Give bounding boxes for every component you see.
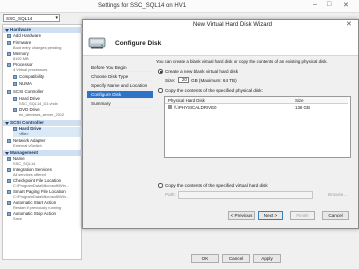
physical-drive-size: 136 GB — [295, 104, 310, 110]
path-label: Path: — [165, 192, 176, 197]
next-button[interactable]: Next > — [258, 211, 283, 220]
sidebar-item-hard-drive-2[interactable]: Hard Drive <file> — [13, 126, 82, 137]
integration-services-icon — [7, 168, 11, 172]
cancel-button[interactable]: Cancel — [322, 211, 349, 220]
path-input[interactable] — [178, 191, 313, 199]
settings-apply-button[interactable]: Apply — [253, 254, 281, 263]
processor-icon — [7, 63, 11, 67]
maximize-icon[interactable]: □ — [327, 1, 331, 8]
intro-text: You can create a blank virtual hard disk… — [156, 59, 328, 64]
vm-selector-value: SSC_SQL14 — [6, 16, 33, 21]
dvd-drive-icon — [13, 108, 17, 112]
radio-copy-virtual-disk[interactable] — [158, 183, 163, 188]
step-configure-disk[interactable]: Configure Disk — [87, 91, 153, 99]
sidebar-item-scsi-controller-1[interactable]: SCSI Controller — [7, 89, 83, 95]
network-adapter-icon — [7, 139, 11, 143]
compatibility-icon — [13, 75, 17, 79]
sidebar-item-dvd-drive[interactable]: DVD Drive en_windows_server_2012 — [13, 107, 83, 117]
table-row[interactable]: \\.\PHYSICALDRIVE0 136 GB — [165, 104, 348, 110]
hard-drive-icon — [13, 127, 17, 131]
previous-button[interactable]: < Previous — [228, 211, 255, 220]
memory-icon — [7, 52, 11, 56]
sidebar-item-compatibility[interactable]: Compatibility — [13, 74, 83, 80]
vm-selector[interactable]: SSC_SQL14 ▾ — [3, 14, 60, 22]
option-copy-virtual-label: Copy the contents of the specified virtu… — [165, 183, 268, 188]
page-heading: Configure Disk — [115, 40, 162, 47]
sidebar-item-name[interactable]: Name SSC_SQL14 — [7, 156, 83, 166]
option-copy-physical-label: Copy the contents of the specified physi… — [165, 88, 263, 93]
close-icon[interactable]: ✕ — [343, 1, 349, 9]
stop-action-icon — [7, 212, 11, 216]
option-new-blank-label: Create a new blank virtual hard disk — [165, 69, 239, 74]
start-action-icon — [7, 201, 11, 205]
sidebar-item-automatic-start-action[interactable]: Automatic Start Action Restart if previo… — [7, 200, 83, 210]
radio-new-blank-disk[interactable] — [158, 69, 163, 74]
scsi-controller-icon — [7, 90, 11, 94]
sidebar-item-processor[interactable]: Processor 4 Virtual processors — [7, 62, 83, 72]
settings-sidebar: Hardware Add Hardware Firmware Boot entr… — [2, 24, 82, 260]
physical-disk-list-header: Physical Hard Disk Size — [165, 97, 348, 104]
sidebar-item-smart-paging-location[interactable]: Smart Paging File Location C:\ProgramDat… — [7, 189, 83, 199]
smart-paging-icon — [7, 190, 11, 194]
sidebar-item-checkpoint-location[interactable]: Checkpoint File Location C:\ProgramData\… — [7, 178, 83, 188]
checkpoint-icon — [7, 179, 11, 183]
settings-window-title: Settings for SSC_SQL14 on HV1 — [98, 3, 187, 9]
size-unit-label: GB (Maximum: 64 TB) — [191, 78, 237, 83]
step-summary[interactable]: Summary — [87, 100, 153, 108]
numa-icon — [13, 82, 17, 86]
physical-disk-list[interactable]: Physical Hard Disk Size \\.\PHYSICALDRIV… — [164, 96, 351, 158]
settings-cancel-button[interactable]: Cancel — [222, 254, 250, 263]
step-choose-disk-type[interactable]: Choose Disk Type — [87, 73, 153, 81]
wizard-title: New Virtual Hard Disk Wizard — [193, 22, 272, 28]
hard-disk-icon — [88, 37, 106, 49]
add-hardware-icon — [7, 34, 11, 38]
size-label: Size: — [165, 78, 176, 83]
sidebar-item-hard-drive-1[interactable]: Hard Drive SSC_SQL14_D1.vhdx — [13, 96, 83, 106]
finish-button[interactable]: Finish — [290, 211, 315, 220]
column-size: Size — [295, 97, 304, 103]
name-icon — [7, 157, 11, 161]
settings-title-bar: Settings for SSC_SQL14 on HV1 – □ ✕ — [0, 0, 359, 13]
radio-copy-physical-disk[interactable] — [158, 88, 163, 93]
step-before-you-begin[interactable]: Before You Begin — [87, 64, 153, 72]
sidebar-item-add-hardware[interactable]: Add Hardware — [7, 33, 83, 39]
physical-drive-icon — [168, 105, 172, 109]
settings-ok-button[interactable]: OK — [191, 254, 219, 263]
physical-drive-name: \\.\PHYSICALDRIVE0 — [174, 104, 217, 110]
step-specify-name-location[interactable]: Specify Name and Location — [87, 82, 153, 90]
browse-button[interactable]: Browse... — [328, 192, 347, 197]
wizard-close-icon[interactable]: ✕ — [346, 20, 352, 28]
hard-drive-icon — [13, 97, 17, 101]
column-physical-hard-disk: Physical Hard Disk — [168, 97, 205, 103]
chevron-down-icon: ▾ — [55, 15, 58, 21]
sidebar-item-network-adapter[interactable]: Network Adapter External vSwitch — [7, 138, 83, 148]
minimize-icon[interactable]: – — [313, 1, 317, 8]
wizard-banner: Configure Disk — [83, 31, 358, 56]
sidebar-item-numa[interactable]: NUMA — [13, 81, 83, 87]
wizard-title-bar: New Virtual Hard Disk Wizard ✕ — [83, 20, 358, 31]
section-scsi-controller[interactable]: SCSI Controller — [3, 120, 82, 126]
firmware-icon — [7, 41, 11, 45]
sidebar-item-automatic-stop-action[interactable]: Automatic Stop Action Save — [7, 211, 83, 221]
sidebar-item-integration-services[interactable]: Integration Services All services offere… — [7, 167, 83, 177]
sidebar-item-memory[interactable]: Memory 8192 MB — [7, 51, 83, 61]
sidebar-item-firmware[interactable]: Firmware Boot entry changes pending — [7, 40, 83, 50]
size-input[interactable]: 20 — [178, 77, 189, 83]
new-vhd-wizard: New Virtual Hard Disk Wizard ✕ Configure… — [82, 19, 359, 229]
